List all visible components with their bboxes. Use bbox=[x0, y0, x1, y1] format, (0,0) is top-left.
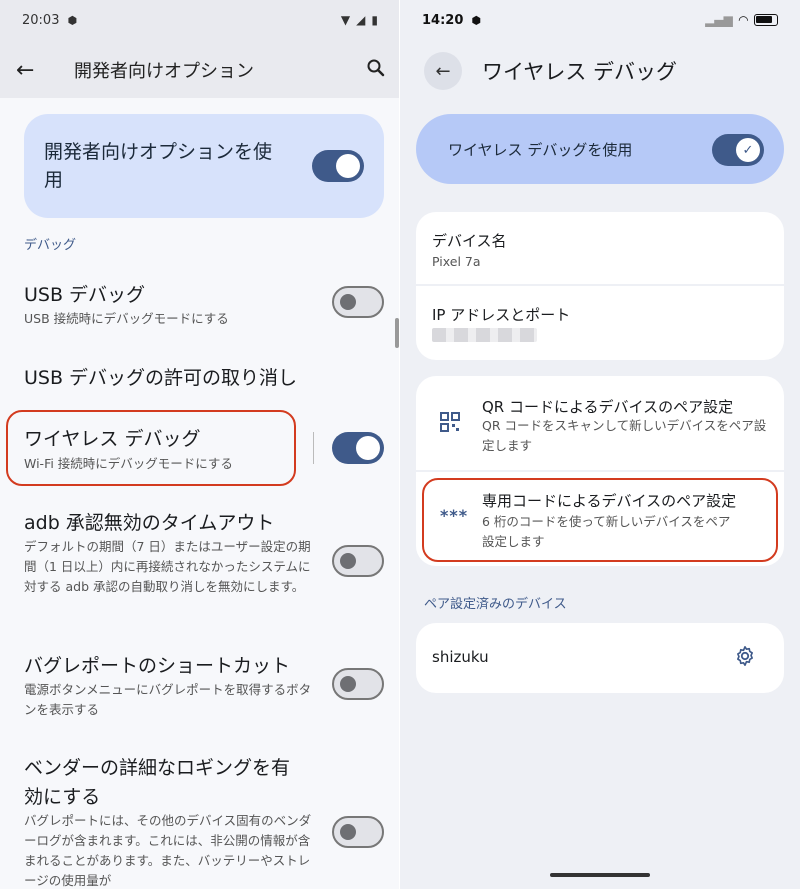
bugreport-shortcut-subtitle: 電源ボタンメニューにバグレポートを取得するボタンを表示する bbox=[24, 682, 312, 717]
vertical-divider bbox=[313, 432, 314, 464]
vendor-logging-title[interactable]: ベンダーの詳細なロギングを有効にする bbox=[24, 754, 294, 812]
signal-icon: ◢ bbox=[356, 13, 366, 27]
developer-options-screen: 20:03 ⬢ ▼ ◢ ▮ ← 開発者向けオプション 開発者向けオプションを使用… bbox=[0, 0, 400, 889]
top-app-bar: ← 開発者向けオプション bbox=[0, 50, 400, 90]
toggle-knob bbox=[340, 824, 356, 840]
highlight-frame bbox=[422, 478, 778, 562]
status-icons: ▂▄▆ ◠ bbox=[705, 13, 778, 27]
status-time: 14:20 bbox=[422, 12, 464, 28]
device-name-value: Pixel 7a bbox=[432, 254, 481, 269]
master-toggle-switch[interactable]: ✓ bbox=[712, 134, 764, 166]
toggle-knob bbox=[340, 294, 356, 310]
gear-icon[interactable] bbox=[734, 645, 756, 672]
section-label-debug: デバッグ bbox=[24, 238, 77, 253]
device-info-card: デバイス名 Pixel 7a IP アドレスとポート bbox=[416, 212, 784, 360]
notification-icon: ⬢ bbox=[67, 13, 78, 27]
usb-debugging-title[interactable]: USB デバッグ bbox=[24, 280, 145, 307]
check-icon: ✓ bbox=[736, 138, 760, 162]
paired-device-item[interactable]: shizuku bbox=[416, 623, 784, 693]
back-arrow-icon[interactable]: ← bbox=[16, 58, 34, 83]
device-name-label: デバイス名 bbox=[432, 232, 507, 250]
revoke-usb-auth-item[interactable]: USB デバッグの許可の取り消し bbox=[24, 363, 297, 390]
ip-port-label: IP アドレスとポート bbox=[432, 306, 571, 324]
row-divider bbox=[416, 284, 784, 286]
master-toggle-label: ワイヤレス デバッグを使用 bbox=[448, 141, 633, 159]
battery-icon bbox=[754, 14, 778, 26]
status-bar: 14:20 ⬢ ▂▄▆ ◠ bbox=[400, 0, 800, 40]
status-bar: 20:03 ⬢ ▼ ◢ ▮ bbox=[0, 0, 400, 40]
wireless-debugging-subtitle: Wi-Fi 接続時にデバッグモードにする bbox=[24, 456, 233, 471]
usb-debugging-subtitle: USB 接続時にデバッグモードにする bbox=[24, 311, 229, 326]
back-arrow-icon: ← bbox=[435, 60, 451, 82]
status-time: 20:03 bbox=[22, 12, 60, 28]
master-toggle-switch[interactable] bbox=[312, 150, 364, 182]
paired-devices-section-label: ペア設定済みのデバイス bbox=[424, 597, 567, 612]
wireless-debugging-screen: 14:20 ⬢ ▂▄▆ ◠ ← ワイヤレス デバッグ ワイヤレス デバッグを使用… bbox=[400, 0, 800, 889]
vendor-logging-subtitle: バグレポートには、その他のデバイス固有のベンダーログが含まれます。これには、非公… bbox=[24, 813, 312, 888]
paired-device-name: shizuku bbox=[432, 648, 489, 666]
pair-qr-row[interactable]: QR コードによるデバイスのペア設定 QR コードをスキャンして新しいデバイスを… bbox=[416, 376, 784, 470]
ip-port-redacted-value bbox=[432, 328, 537, 342]
signal-icon: ▂▄▆ bbox=[705, 13, 733, 27]
status-icons: ▼ ◢ ▮ bbox=[341, 13, 378, 27]
bugreport-shortcut-toggle[interactable] bbox=[332, 668, 384, 700]
wireless-debugging-master-card[interactable]: ワイヤレス デバッグを使用 ✓ bbox=[416, 114, 784, 184]
toggle-knob bbox=[336, 154, 360, 178]
pair-qr-subtitle: QR コードをスキャンして新しいデバイスをペア設定します bbox=[482, 418, 767, 453]
vendor-logging-toggle[interactable] bbox=[332, 816, 384, 848]
master-toggle-label: 開発者向けオプションを使用 bbox=[44, 141, 273, 191]
back-button[interactable]: ← bbox=[424, 52, 462, 90]
battery-icon: ▮ bbox=[371, 13, 378, 27]
wireless-debugging-toggle[interactable] bbox=[332, 432, 384, 464]
wifi-icon: ▼ bbox=[340, 13, 351, 27]
page-title: ワイヤレス デバッグ bbox=[482, 60, 678, 84]
page-title: 開発者向けオプション bbox=[74, 61, 254, 82]
bugreport-shortcut-title[interactable]: バグレポートのショートカット bbox=[24, 651, 290, 678]
adb-timeout-toggle[interactable] bbox=[332, 545, 384, 577]
qr-icon bbox=[440, 412, 460, 436]
wireless-debugging-title[interactable]: ワイヤレス デバッグ bbox=[24, 424, 200, 451]
notification-icon: ⬢ bbox=[471, 13, 481, 27]
pair-qr-title: QR コードによるデバイスのペア設定 bbox=[482, 398, 734, 416]
adb-timeout-title[interactable]: adb 承認無効のタイムアウト bbox=[24, 508, 274, 535]
toggle-knob bbox=[340, 553, 356, 569]
toggle-knob bbox=[356, 436, 380, 460]
usb-debugging-toggle[interactable] bbox=[332, 286, 384, 318]
home-indicator[interactable] bbox=[550, 873, 650, 877]
search-icon[interactable] bbox=[366, 58, 386, 83]
toggle-knob bbox=[340, 676, 356, 692]
wifi-icon: ◠ bbox=[738, 13, 748, 27]
master-toggle-card[interactable]: 開発者向けオプションを使用 bbox=[24, 114, 384, 218]
adb-timeout-subtitle: デフォルトの期間（7 日）またはユーザー設定の期間（1 日以上）内に再接続されな… bbox=[24, 539, 311, 594]
